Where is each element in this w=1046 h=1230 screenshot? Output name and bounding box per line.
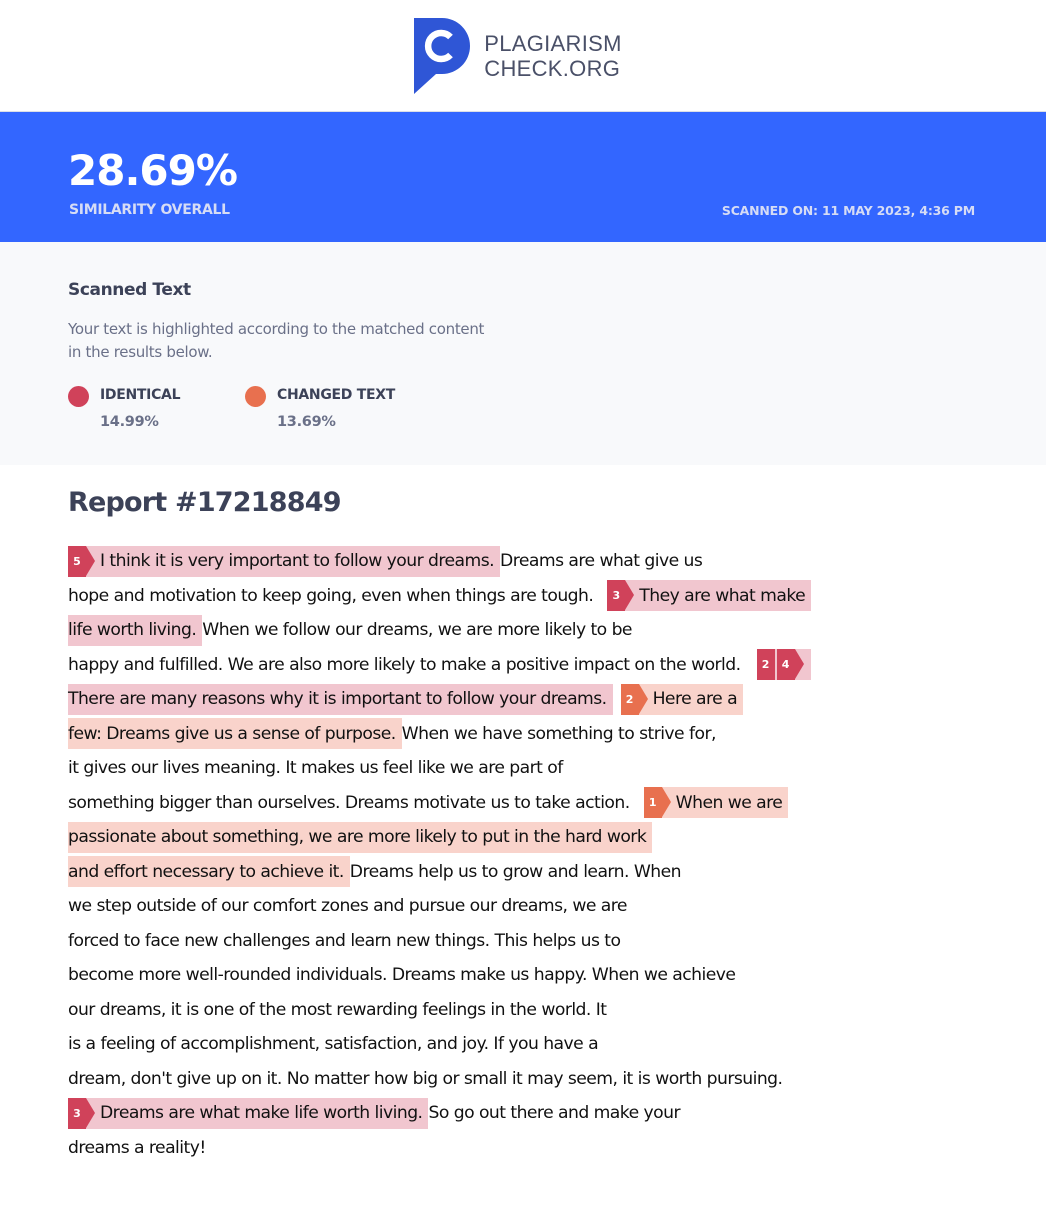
identical-match[interactable]: There are many reasons why it is importa… [68,683,613,715]
identical-match[interactable]: 3 They are what make [607,580,812,612]
match-source-badge[interactable]: 2 [756,649,775,681]
report-line: something bigger than ourselves. Dreams … [68,786,968,821]
segment-text: When we are [675,792,783,813]
report-line: dreams a reality! [68,1131,968,1166]
changed-match[interactable]: passionate about something, we are more … [68,821,653,853]
segment-text: and effort necessary to achieve it. [68,861,344,882]
similarity-banner: 28.69% SIMILARITY OVERALL SCANNED ON: 11… [0,112,1046,242]
report-line: it gives our lives meaning. It makes us … [68,751,968,786]
segment-text: There are many reasons why it is importa… [68,689,607,710]
plain-text: is a feeling of accomplishment, satisfac… [68,1029,604,1060]
summary-description: Your text is highlighted according to th… [68,320,485,361]
changed-match[interactable]: 1 When we are [643,787,789,819]
report-line: forced to face new challenges and learn … [68,924,968,959]
identical-match[interactable]: life worth living. [68,614,203,646]
report-line: our dreams, it is one of the most reward… [68,993,968,1028]
brand-name: PLAGIARISM CHECK.ORG [484,31,621,81]
segment-text: Dreams help us to grow and learn. When [349,861,682,882]
report-line: few: Dreams give us a sense of purpose. W… [68,717,968,752]
plain-text: dream, don't give up on it. No matter ho… [68,1063,788,1094]
plain-text: When we follow our dreams, we are more l… [202,615,638,646]
scanned-on-date: SCANNED ON: 11 MAY 2023, 4:36 PM [721,203,975,218]
report-line: 5I think it is very important to follow … [68,544,968,579]
match-source-badge[interactable]: 3 [607,580,635,612]
segment-text: dreams a reality! [68,1137,206,1158]
match-badge-group[interactable]: 24 [756,649,811,681]
identical-match[interactable]: 5I think it is very important to follow … [68,545,501,577]
report-line: dream, don't give up on it. No matter ho… [68,1062,968,1097]
report-line: happy and fulfilled. We are also more li… [68,648,968,683]
identical-dot-icon [68,386,89,407]
plain-text: our dreams, it is one of the most reward… [68,994,612,1025]
plain-text: happy and fulfilled. We are also more li… [68,649,747,680]
header: PLAGIARISM CHECK.ORG [0,0,1046,112]
segment-text: Dreams are what make life worth living. [100,1103,423,1124]
plain-text: forced to face new challenges and learn … [68,925,626,956]
plain-text: hope and motivation to keep going, even … [68,580,599,611]
report-line: and effort necessary to achieve it. Dream… [68,855,968,890]
report-line: 3 Dreams are what make life worth living.… [68,1096,968,1131]
segment-text: When we follow our dreams, we are more l… [202,620,632,641]
report-line: life worth living. When we follow our dre… [68,613,968,648]
legend-changed-percent: 13.69% [277,414,336,430]
report-line: hope and motivation to keep going, even … [68,579,968,614]
changed-match[interactable]: few: Dreams give us a sense of purpose. [68,718,402,750]
plain-text: So go out there and make your [428,1098,685,1129]
match-source-badge[interactable]: 2 [620,683,648,715]
plain-text: Dreams help us to grow and learn. When [350,856,687,887]
plain-text: become more well-rounded individuals. Dr… [68,960,741,991]
brand-line-2: CHECK.ORG [484,55,621,81]
segment-text: Dreams are what give us [500,551,703,572]
plain-text: we step outside of our comfort zones and… [68,891,633,922]
segment-text: something bigger than ourselves. Dreams … [68,792,630,813]
plain-text: When we have something to strive for, [402,718,722,749]
plain-text: something bigger than ourselves. Dreams … [68,787,636,818]
segment-text: few: Dreams give us a sense of purpose. [68,723,396,744]
segment-text: forced to face new challenges and learn … [68,930,621,951]
similarity-score: 28.69% [68,146,238,195]
report-title: Report #17218849 [68,487,342,518]
segment-text: life worth living. [68,620,197,641]
plain-text: it gives our lives meaning. It makes us … [68,753,569,784]
report-text: 5I think it is very important to follow … [68,544,968,1165]
similarity-label: SIMILARITY OVERALL [69,202,230,218]
changed-dot-icon [245,386,266,407]
match-source-badge[interactable]: 1 [643,787,671,819]
report-line: passionate about something, we are more … [68,820,968,855]
match-source-badge[interactable]: 4 [776,649,804,681]
report-line: become more well-rounded individuals. Dr… [68,958,968,993]
segment-text: So go out there and make your [428,1103,680,1124]
identical-match[interactable]: 3 Dreams are what make life worth living. [68,1097,429,1129]
report-line: There are many reasons why it is importa… [68,682,968,717]
speech-bubble-c-icon [414,17,471,94]
plain-text: Dreams are what give us [500,546,708,577]
changed-match[interactable]: 2 Here are a [620,683,744,715]
segment-text: it gives our lives meaning. It makes us … [68,758,563,779]
brand-line-1: PLAGIARISM [484,30,622,56]
changed-match[interactable]: and effort necessary to achieve it. [68,856,350,888]
report-line: we step outside of our comfort zones and… [68,889,968,924]
legend-identical-percent: 14.99% [100,414,159,430]
summary-title: Scanned Text [68,280,191,300]
segment-text: I think it is very important to follow y… [100,551,495,572]
scanned-text-summary: Scanned Text Your text is highlighted ac… [0,242,1046,465]
plain-text: dreams a reality! [68,1132,212,1163]
segment-text: become more well-rounded individuals. Dr… [68,965,736,986]
segment-text: hope and motivation to keep going, even … [68,585,594,606]
brand-logo[interactable]: PLAGIARISM CHECK.ORG [414,17,621,94]
segment-text: happy and fulfilled. We are also more li… [68,654,741,675]
legend-changed-label: CHANGED TEXT [277,387,395,403]
segment-text: They are what make [639,585,806,606]
report-line: is a feeling of accomplishment, satisfac… [68,1027,968,1062]
segment-text: passionate about something, we are more … [68,827,647,848]
match-source-badge[interactable]: 3 [68,1097,95,1129]
segment-text: we step outside of our comfort zones and… [68,896,627,917]
segment-text: our dreams, it is one of the most reward… [68,999,607,1020]
match-source-badge[interactable]: 5 [68,545,95,577]
segment-text: dream, don't give up on it. No matter ho… [68,1068,783,1089]
segment-text: Here are a [652,689,738,710]
legend-identical-label: IDENTICAL [100,387,181,403]
segment-text: When we have something to strive for, [401,723,717,744]
segment-text: is a feeling of accomplishment, satisfac… [68,1034,599,1055]
